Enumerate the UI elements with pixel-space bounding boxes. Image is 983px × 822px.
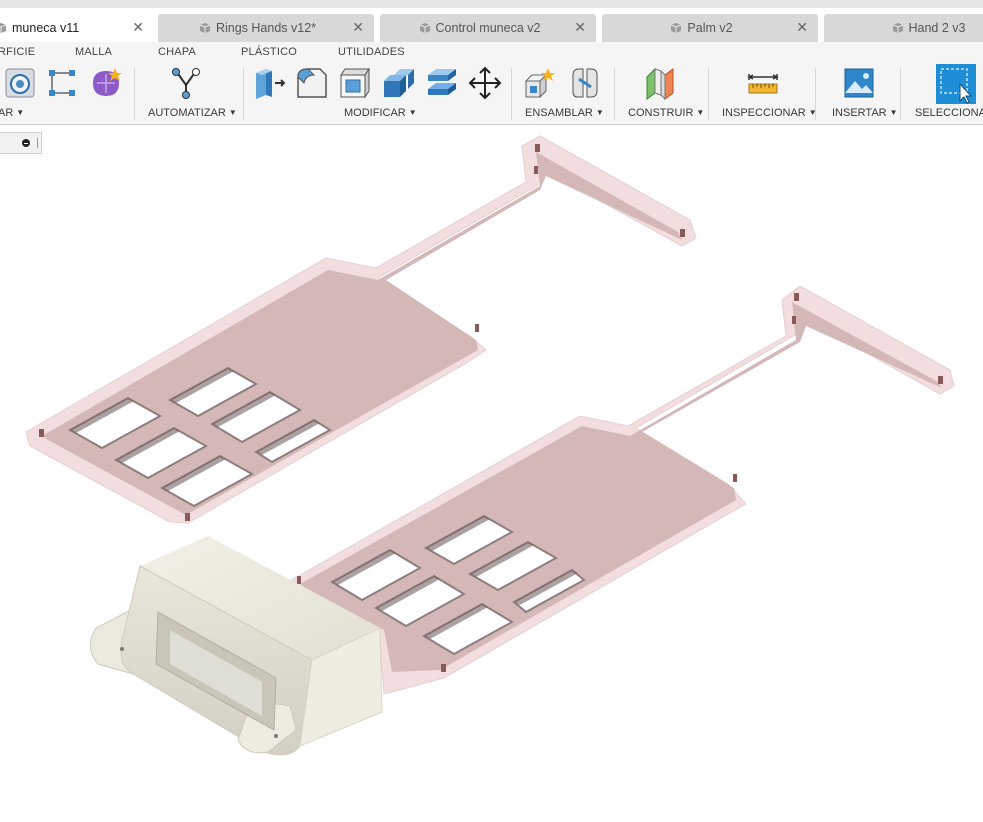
group-select-menu[interactable]: SELECCIONAR xyxy=(915,107,983,119)
group-inspect-label: INSPECCIONAR xyxy=(722,107,806,119)
fillet-icon[interactable] xyxy=(294,65,330,101)
group-construct-label: CONSTRUIR xyxy=(628,107,694,119)
tab-bar-top-strip xyxy=(0,0,983,8)
group-automate-label: AUTOMATIZAR xyxy=(148,107,226,119)
category-sheet-metal[interactable]: CHAPA xyxy=(158,46,196,58)
group-assemble-menu[interactable]: ENSAMBLAR ▼ xyxy=(525,107,604,119)
group-inspect-menu[interactable]: INSPECCIONAR ▼ xyxy=(722,107,817,119)
separator xyxy=(900,68,901,120)
select-icon[interactable] xyxy=(936,64,976,104)
tab-palm[interactable]: Palm v2 ✕ xyxy=(602,14,818,42)
separator xyxy=(614,68,615,120)
tab-rings-hands[interactable]: Rings Hands v12* ✕ xyxy=(158,14,374,42)
new-component-icon[interactable] xyxy=(522,65,558,101)
separator xyxy=(815,68,816,120)
ribbon-toolbar: RFICIE MALLA CHAPA PLÁSTICO UTILIDADES A… xyxy=(0,42,983,125)
group-insert-menu[interactable]: INSERTAR ▼ xyxy=(832,107,898,119)
document-cube-icon xyxy=(198,21,212,35)
group-select-label: SELECCIONAR xyxy=(915,107,983,119)
category-surface[interactable]: RFICIE xyxy=(0,46,35,58)
automate-icon[interactable] xyxy=(168,65,204,101)
separator xyxy=(243,68,244,120)
shell-icon[interactable] xyxy=(337,65,373,101)
document-tab-bar: muneca v11 ✕ Rings Hands v12* ✕ Control … xyxy=(0,0,983,42)
tab-label: Palm v2 xyxy=(687,21,733,35)
press-pull-icon[interactable] xyxy=(252,65,288,101)
mount-hole-right xyxy=(274,734,278,738)
stack-icon[interactable] xyxy=(424,65,460,101)
canvas-viewport[interactable] xyxy=(0,125,983,819)
category-utilities[interactable]: UTILIDADES xyxy=(338,46,405,58)
group-create-menu[interactable]: AR ▼ xyxy=(0,107,24,119)
tab-label: Control muneca v2 xyxy=(435,21,541,35)
model-canvas[interactable] xyxy=(0,125,983,819)
category-mesh[interactable]: MALLA xyxy=(75,46,112,58)
tab-label: muneca v11 xyxy=(12,21,80,35)
group-modify-label: MODIFICAR xyxy=(344,107,406,119)
mount-hole-left xyxy=(120,647,124,651)
document-cube-icon xyxy=(418,21,432,35)
group-construct-menu[interactable]: CONSTRUIR ▼ xyxy=(628,107,704,119)
close-icon[interactable]: ✕ xyxy=(132,19,144,36)
document-cube-icon xyxy=(891,21,905,35)
group-assemble-label: ENSAMBLAR xyxy=(525,107,593,119)
separator xyxy=(134,68,135,120)
category-plastic[interactable]: PLÁSTICO xyxy=(241,46,297,58)
tab-label: Hand 2 v3 xyxy=(908,21,966,35)
sketch-points-icon[interactable] xyxy=(44,65,80,101)
group-automate-menu[interactable]: AUTOMATIZAR ▼ xyxy=(148,107,237,119)
document-cube-icon xyxy=(669,21,683,35)
document-cube-icon xyxy=(0,21,8,35)
close-icon[interactable]: ✕ xyxy=(796,19,808,36)
combine-icon[interactable] xyxy=(380,65,416,101)
measure-icon[interactable] xyxy=(745,65,781,101)
group-modify-menu[interactable]: MODIFICAR ▼ xyxy=(344,107,417,119)
tab-control-muneca[interactable]: Control muneca v2 ✕ xyxy=(380,14,596,42)
revolve-icon[interactable] xyxy=(2,65,38,101)
separator xyxy=(708,68,709,120)
close-icon[interactable]: ✕ xyxy=(352,19,364,36)
group-insert-label: INSERTAR xyxy=(832,107,887,119)
group-create-label: AR xyxy=(0,107,14,119)
tab-label: Rings Hands v12* xyxy=(215,21,317,35)
close-icon[interactable]: ✕ xyxy=(574,19,586,36)
tab-hand-2[interactable]: Hand 2 v3 xyxy=(824,14,983,42)
plane-icon[interactable] xyxy=(643,65,679,101)
insert-image-icon[interactable] xyxy=(841,65,877,101)
tab-muneca-v11[interactable]: muneca v11 ✕ xyxy=(0,14,154,42)
move-icon[interactable] xyxy=(467,65,503,101)
form-star-icon[interactable] xyxy=(88,65,124,101)
joint-icon[interactable] xyxy=(567,65,603,101)
separator xyxy=(511,68,512,120)
